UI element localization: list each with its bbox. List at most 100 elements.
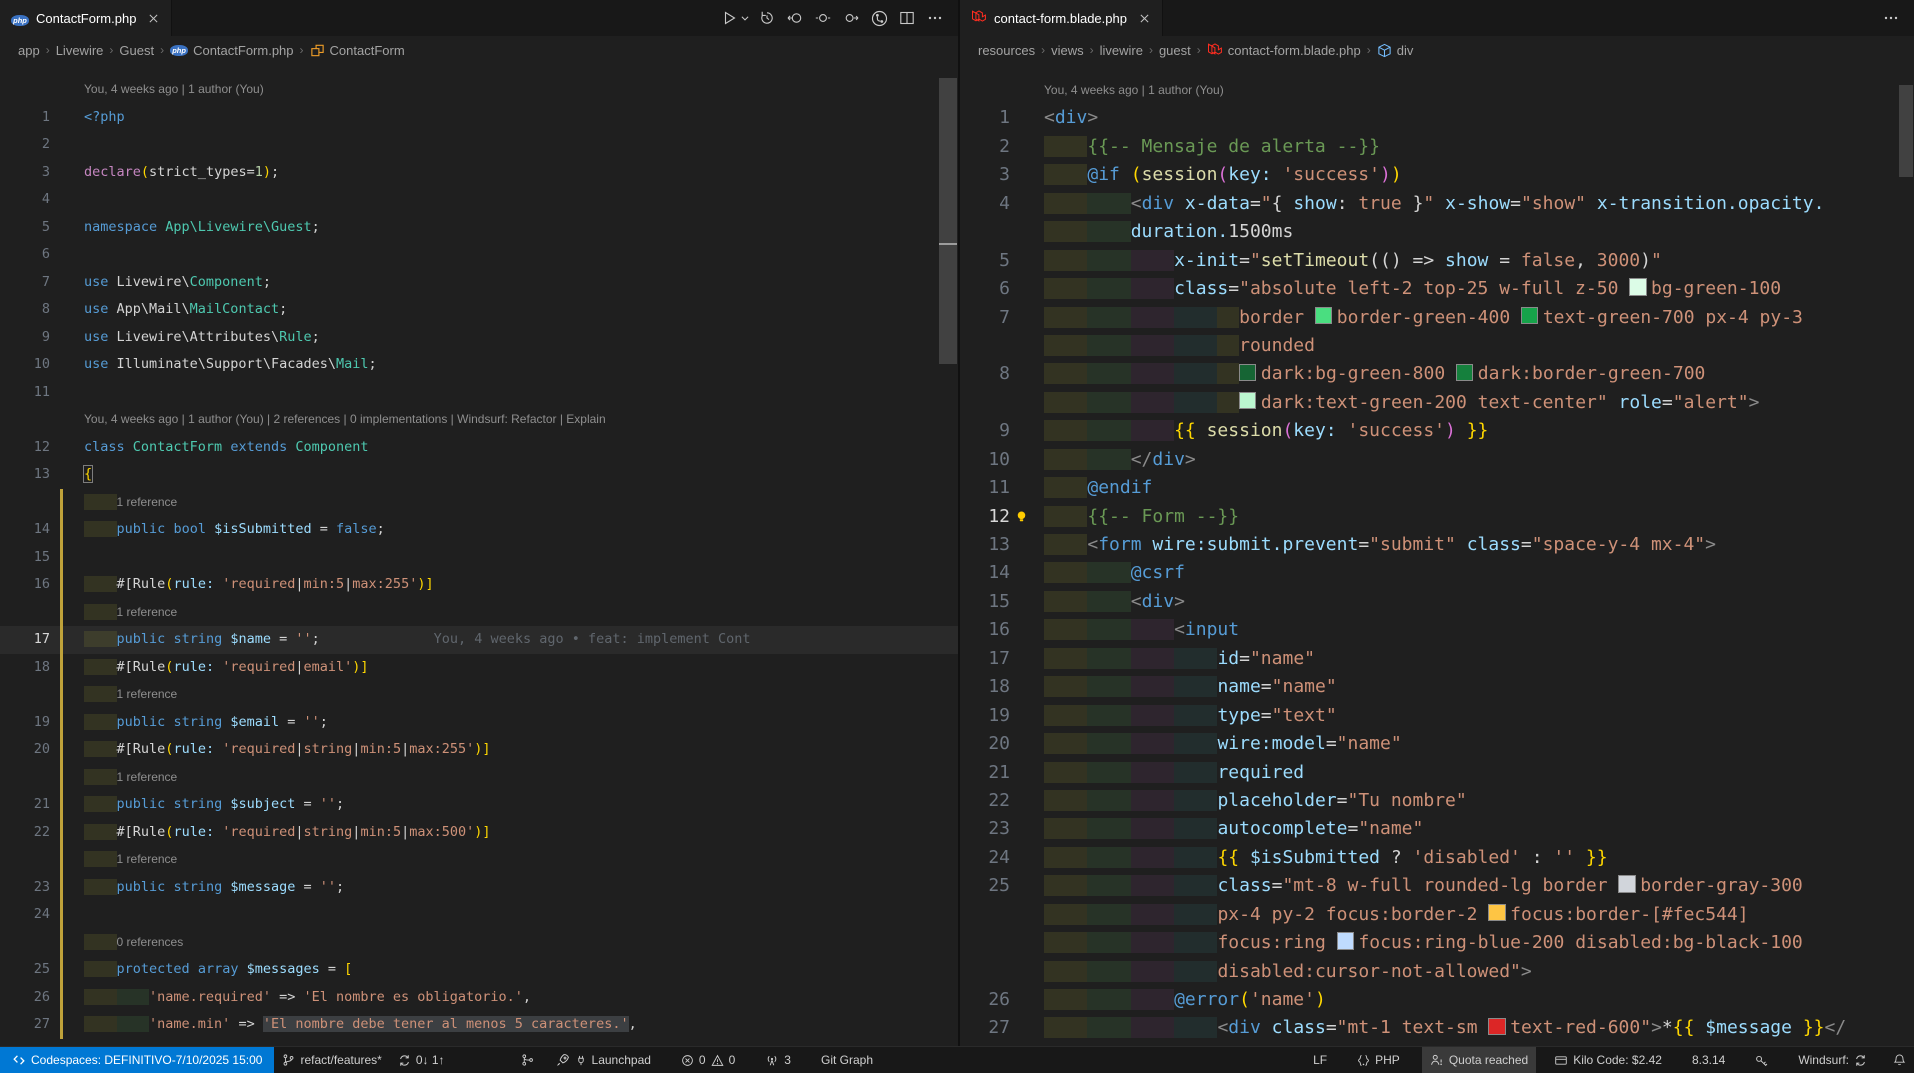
code-line[interactable]: 13{ (0, 461, 958, 489)
code-line[interactable]: disabled:cursor-not-allowed"> (960, 958, 1914, 986)
code-line[interactable]: 10use Illuminate\Support\Facades\Mail; (0, 351, 958, 379)
status-item-eol-indicator[interactable]: LF (1305, 1047, 1335, 1073)
scrollbar-thumb[interactable] (939, 78, 957, 364)
line-number[interactable]: 4 (960, 190, 1010, 218)
code-line[interactable]: 3 @if (session(key: 'success')) (960, 161, 1914, 189)
code-line[interactable]: 26 @error('name') (960, 986, 1914, 1014)
line-number[interactable]: 10 (960, 446, 1010, 474)
code-line[interactable]: 16 <input (960, 616, 1914, 644)
line-number[interactable] (0, 764, 50, 792)
line-number[interactable]: 25 (960, 872, 1010, 900)
code-line[interactable]: 2 {{-- Mensaje de alerta --}} (960, 133, 1914, 161)
breadcrumb-item[interactable]: resources (978, 43, 1035, 58)
lightbulb-icon[interactable] (1014, 509, 1029, 524)
code-line[interactable]: 26 'name.required' => 'El nombre es obli… (0, 984, 958, 1012)
code-line[interactable]: 16 #[Rule(rule: 'required|min:5|max:255'… (0, 571, 958, 599)
scrollbar-left[interactable] (939, 64, 957, 1047)
line-number[interactable]: 22 (0, 819, 50, 847)
code-line[interactable]: 21 required (960, 759, 1914, 787)
code-line[interactable]: 1<?php (0, 104, 958, 132)
breadcrumb-item[interactable]: ContactForm (310, 43, 405, 58)
line-number[interactable]: 5 (960, 247, 1010, 275)
code-editor-left[interactable]: You, 4 weeks ago | 1 author (You)1<?php2… (0, 64, 958, 1047)
line-number[interactable] (0, 681, 50, 709)
breadcrumb-item[interactable]: views (1051, 43, 1084, 58)
line-number[interactable]: 15 (960, 588, 1010, 616)
code-line[interactable]: 8 dark:bg-green-800 dark:border-green-70… (960, 360, 1914, 388)
change-prev-button[interactable] (810, 6, 836, 30)
code-line[interactable]: 6 class="absolute left-2 top-25 w-full z… (960, 275, 1914, 303)
status-item-language-mode[interactable]: PHP (1349, 1047, 1408, 1073)
code-line[interactable]: 4 (0, 186, 958, 214)
line-number[interactable] (0, 406, 50, 434)
code-line[interactable]: 22 #[Rule(rule: 'required|string|min:5|m… (0, 819, 958, 847)
line-number[interactable]: 2 (0, 131, 50, 159)
line-number[interactable]: 16 (960, 616, 1010, 644)
line-number[interactable]: 26 (0, 984, 50, 1012)
line-number[interactable]: 13 (0, 461, 50, 489)
codelens-row[interactable]: 1 reference (0, 681, 958, 709)
status-item-git-branch[interactable]: refact/features* (274, 1047, 389, 1073)
line-number[interactable]: 12 (0, 434, 50, 462)
code-line[interactable]: 13 <form wire:submit.prevent="submit" cl… (960, 531, 1914, 559)
code-line[interactable]: 22 placeholder="Tu nombre" (960, 787, 1914, 815)
line-number[interactable] (0, 489, 50, 517)
codelens-row[interactable]: You, 4 weeks ago | 1 author (You) | 2 re… (0, 406, 958, 434)
line-number[interactable]: 18 (960, 673, 1010, 701)
code-line[interactable]: 3declare(strict_types=1); (0, 159, 958, 187)
line-number[interactable] (960, 389, 1010, 417)
breadcrumb-item[interactable]: phpContactForm.php (170, 43, 293, 58)
code-line[interactable]: 9 {{ session(key: 'success') }} (960, 417, 1914, 445)
line-number[interactable]: 2 (960, 133, 1010, 161)
code-line[interactable]: 5namespace App\Livewire\Guest; (0, 214, 958, 242)
line-number[interactable]: 5 (0, 214, 50, 242)
codelens-row[interactable]: You, 4 weeks ago | 1 author (You) (960, 76, 1914, 104)
line-number[interactable]: 16 (0, 571, 50, 599)
line-number[interactable] (960, 218, 1010, 246)
codelens-row[interactable]: 0 references (0, 929, 958, 957)
status-item-problems[interactable]: 00 (673, 1047, 743, 1073)
line-number[interactable]: 18 (0, 654, 50, 682)
line-number[interactable]: 24 (0, 901, 50, 929)
line-number[interactable]: 19 (960, 702, 1010, 730)
breadcrumb-item[interactable]: app (18, 43, 40, 58)
line-number[interactable]: 17 (0, 626, 50, 654)
code-line[interactable]: rounded (960, 332, 1914, 360)
line-number[interactable] (960, 929, 1010, 957)
line-number[interactable]: 23 (0, 874, 50, 902)
breadcrumb-item[interactable]: div (1377, 43, 1414, 58)
line-number[interactable]: 4 (0, 186, 50, 214)
line-number[interactable]: 20 (0, 736, 50, 764)
line-number[interactable]: 6 (0, 241, 50, 269)
code-line[interactable]: 24 (0, 901, 958, 929)
line-number[interactable]: 8 (960, 360, 1010, 388)
scrollbar-thumb[interactable] (1899, 85, 1913, 177)
code-line[interactable]: 11 (0, 379, 958, 407)
status-item-quota-status[interactable]: Quota reached (1422, 1047, 1536, 1073)
line-number[interactable] (0, 846, 50, 874)
codelens-row[interactable]: You, 4 weeks ago | 1 author (You) (0, 76, 958, 104)
code-line[interactable]: px-4 py-2 focus:border-2 focus:border-[#… (960, 901, 1914, 929)
line-number[interactable]: 3 (0, 159, 50, 187)
code-line[interactable]: 14 public bool $isSubmitted = false; (0, 516, 958, 544)
codelens-row[interactable]: 1 reference (0, 764, 958, 792)
status-item-ports[interactable]: 3 (757, 1047, 799, 1073)
code-line[interactable]: 7 border border-green-400 text-green-700… (960, 304, 1914, 332)
line-number[interactable] (960, 958, 1010, 986)
more-button[interactable] (922, 6, 948, 30)
line-number[interactable] (0, 929, 50, 957)
code-line[interactable]: 10 </div> (960, 446, 1914, 474)
line-number[interactable]: 3 (960, 161, 1010, 189)
close-icon[interactable] (1138, 12, 1151, 25)
change-next-button[interactable] (838, 6, 864, 30)
code-line[interactable]: 20 #[Rule(rule: 'required|string|min:5|m… (0, 736, 958, 764)
codelens-row[interactable]: 1 reference (0, 599, 958, 627)
line-number[interactable] (0, 76, 50, 104)
close-icon[interactable] (147, 12, 160, 25)
scrollbar-right[interactable] (1899, 64, 1913, 1047)
code-line[interactable]: 4 <div x-data="{ show: true }" x-show="s… (960, 190, 1914, 218)
status-item-notifications[interactable] (1885, 1047, 1914, 1073)
line-number[interactable]: 22 (960, 787, 1010, 815)
code-editor-right[interactable]: You, 4 weeks ago | 1 author (You)1<div>2… (960, 64, 1914, 1047)
code-line[interactable]: 12 {{-- Form --}} (960, 503, 1914, 531)
